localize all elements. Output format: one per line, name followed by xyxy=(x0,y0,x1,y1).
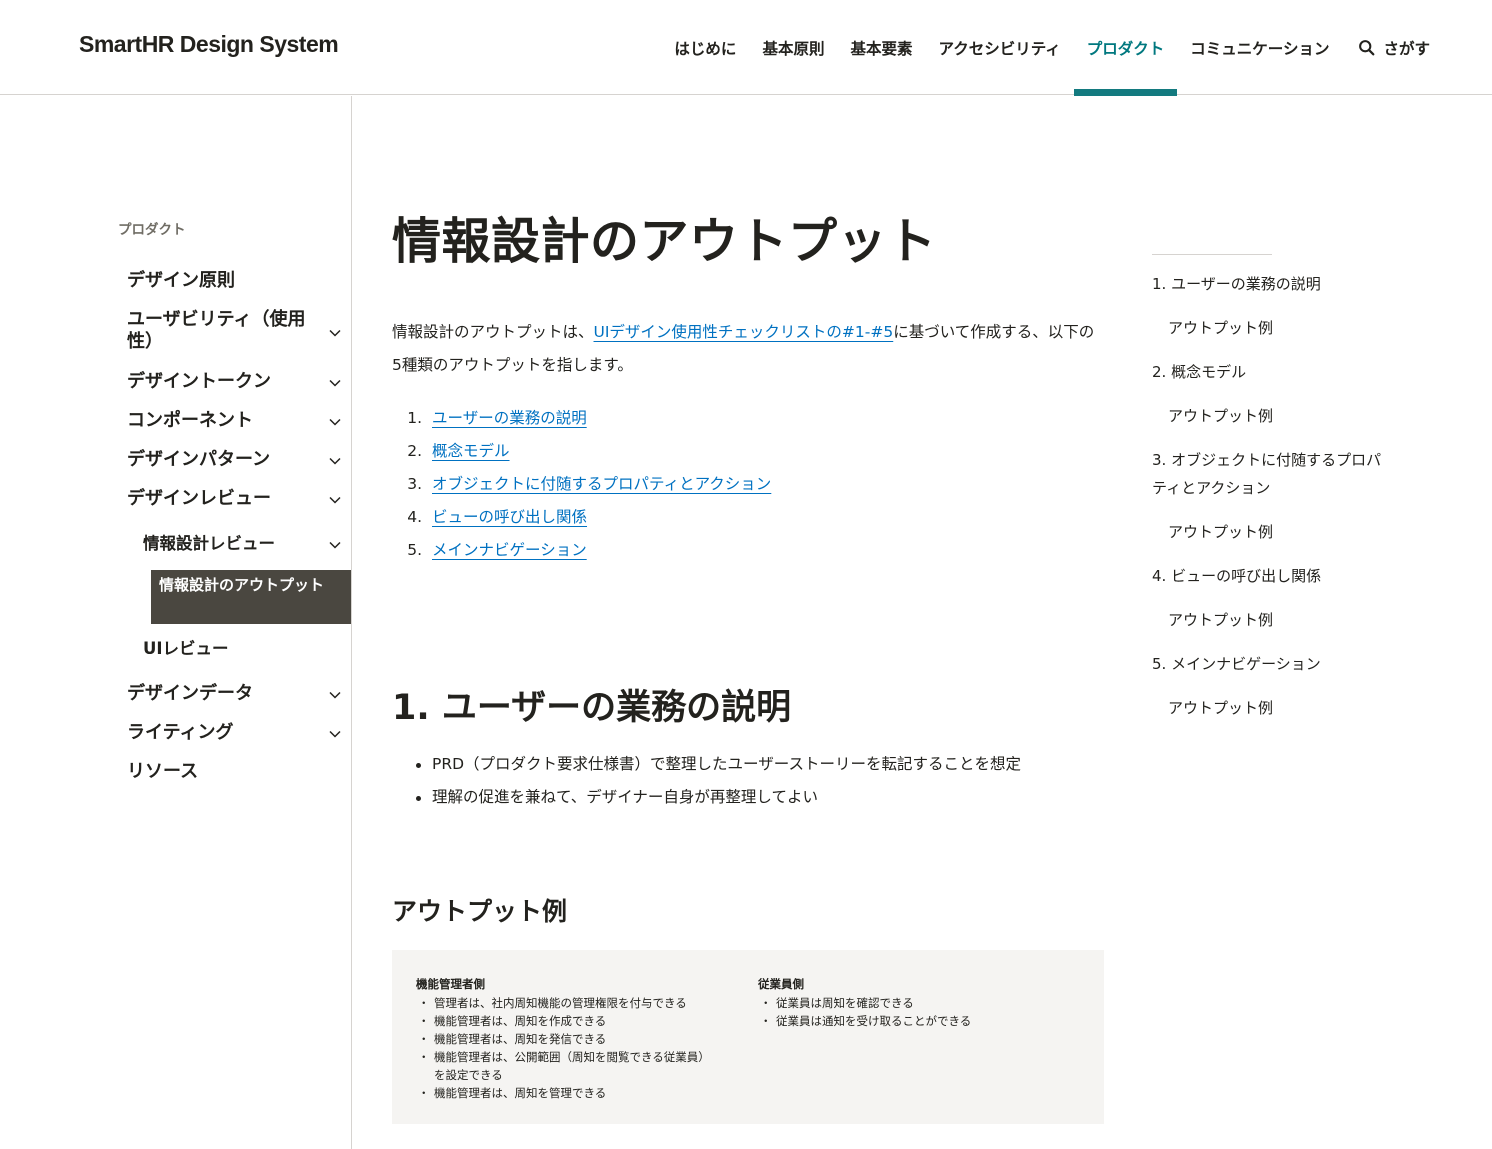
chevron-down-icon[interactable] xyxy=(328,688,342,702)
global-nav: はじめに 基本原則 基本要素 アクセシビリティ プロダクト コミュニケーション … xyxy=(661,0,1430,96)
nav-item-basic-elements[interactable]: 基本要素 xyxy=(837,0,925,95)
search-label: さがす xyxy=(1383,39,1430,58)
list-item: 3. オブジェクトに付随するプロパティとアクション xyxy=(392,468,771,501)
chevron-down-icon[interactable] xyxy=(328,326,342,340)
sidebar-item-design-data[interactable]: デザインデータ xyxy=(127,683,317,705)
page-toc-item[interactable]: 5. メインナビゲーション xyxy=(1152,650,1382,678)
sidebar-item-design-review[interactable]: デザインレビュー xyxy=(127,488,317,510)
search-icon xyxy=(1359,40,1375,56)
search-button[interactable]: さがす xyxy=(1342,0,1430,95)
intro-text-before: 情報設計のアウトプットは、 xyxy=(392,323,594,341)
toc-link-concept-model[interactable]: 概念モデル xyxy=(432,442,510,460)
nav-item-accessibility[interactable]: アクセシビリティ xyxy=(925,0,1073,95)
sidebar-item-design-patterns[interactable]: デザインパターン xyxy=(127,449,317,471)
toc-link-main-nav[interactable]: メインナビゲーション xyxy=(432,541,587,559)
sidebar-item-components[interactable]: コンポーネント xyxy=(127,410,317,432)
sidebar-item-design-principles[interactable]: デザイン原則 xyxy=(127,270,317,292)
example-admin-column: 機能管理者側 管理者は、社内周知機能の管理権限を付与できる 機能管理者は、周知を… xyxy=(416,976,716,1102)
sidebar-item-usability[interactable]: ユーザビリティ（使用性） xyxy=(127,309,312,353)
chevron-down-icon[interactable] xyxy=(328,376,342,390)
sidebar-item-writing[interactable]: ライティング xyxy=(127,722,317,744)
toc-link-properties-actions[interactable]: オブジェクトに付随するプロパティとアクション xyxy=(432,475,771,493)
list-item: 理解の促進を兼ねて、デザイナー自身が再整理してよい xyxy=(392,781,1021,814)
example-admin-title: 機能管理者側 xyxy=(416,977,485,991)
list-number: 3. xyxy=(407,475,422,493)
chevron-down-icon[interactable] xyxy=(328,493,342,507)
list-number: 2. xyxy=(407,442,422,460)
nav-item-product[interactable]: プロダクト xyxy=(1073,0,1178,96)
list-item: 機能管理者は、公開範囲（周知を閲覧できる従業員）を設定できる xyxy=(416,1048,716,1084)
list-number: 4. xyxy=(407,508,422,526)
list-item: 管理者は、社内周知機能の管理権限を付与できる xyxy=(416,994,716,1012)
example-heading: アウトプット例 xyxy=(392,897,568,926)
sidebar-item-ia-output-current[interactable]: 情報設計のアウトプット xyxy=(151,570,351,624)
list-item: 4. ビューの呼び出し関係 xyxy=(392,501,771,534)
sidebar: プロダクト デザイン原則 ユーザビリティ（使用性） デザイントークン コンポーネ… xyxy=(0,96,352,1149)
page-toc-item[interactable]: 1. ユーザーの業務の説明 xyxy=(1152,270,1382,298)
example-image: 機能管理者側 管理者は、社内周知機能の管理権限を付与できる 機能管理者は、周知を… xyxy=(392,950,1104,1124)
sidebar-item-ia-review[interactable]: 情報設計レビュー xyxy=(143,533,275,555)
sidebar-item-design-tokens[interactable]: デザイントークン xyxy=(127,371,317,393)
chevron-down-icon[interactable] xyxy=(328,415,342,429)
output-list: 1. ユーザーの業務の説明 2. 概念モデル 3. オブジェクトに付随するプロパティと… xyxy=(392,402,771,567)
list-item: 機能管理者は、周知を作成できる xyxy=(416,1012,716,1030)
site-logo[interactable]: SmartHR Design System xyxy=(79,31,339,58)
example-admin-list: 管理者は、社内周知機能の管理権限を付与できる 機能管理者は、周知を作成できる 機… xyxy=(416,994,716,1102)
page-toc-divider xyxy=(1152,254,1272,255)
toc-link-view-relations[interactable]: ビューの呼び出し関係 xyxy=(432,508,587,526)
page-toc-item[interactable]: 2. 概念モデル xyxy=(1152,358,1382,386)
list-item: 5. メインナビゲーション xyxy=(392,534,771,567)
list-item: 2. 概念モデル xyxy=(392,435,771,468)
chevron-down-icon[interactable] xyxy=(328,538,342,552)
toc-link-user-tasks[interactable]: ユーザーの業務の説明 xyxy=(432,409,587,427)
list-item: 機能管理者は、周知を発信できる xyxy=(416,1030,716,1048)
page-toc: 1. ユーザーの業務の説明 アウトプット例 2. 概念モデル アウトプット例 3… xyxy=(1152,270,1382,738)
sidebar-item-resources[interactable]: リソース xyxy=(127,761,317,783)
page-title: 情報設計のアウトプット xyxy=(392,213,937,270)
page-toc-item[interactable]: 3. オブジェクトに付随するプロパティとアクション xyxy=(1152,446,1382,502)
list-item: 従業員は周知を確認できる xyxy=(758,994,1058,1012)
chevron-down-icon[interactable] xyxy=(328,454,342,468)
page-toc-subitem[interactable]: アウトプット例 xyxy=(1152,314,1382,342)
section-bullets: PRD（プロダクト要求仕様書）で整理したユーザーストーリーを転記することを想定 … xyxy=(392,748,1021,814)
chevron-down-icon[interactable] xyxy=(328,727,342,741)
example-employee-list: 従業員は周知を確認できる 従業員は通知を受け取ることができる xyxy=(758,994,1058,1030)
page-toc-subitem[interactable]: アウトプット例 xyxy=(1152,606,1382,634)
page-toc-item[interactable]: 4. ビューの呼び出し関係 xyxy=(1152,562,1382,590)
checklist-link[interactable]: UIデザイン使用性チェックリストの#1-#5 xyxy=(594,323,894,341)
section-heading: 1. ユーザーの業務の説明 xyxy=(392,688,792,728)
list-item: 1. ユーザーの業務の説明 xyxy=(392,402,771,435)
list-item: 機能管理者は、周知を管理できる xyxy=(416,1084,716,1102)
example-employee-title: 従業員側 xyxy=(758,977,804,991)
list-number: 5. xyxy=(407,541,422,559)
sidebar-category: プロダクト xyxy=(118,222,186,238)
list-item: 従業員は通知を受け取ることができる xyxy=(758,1012,1058,1030)
nav-item-basic-principles[interactable]: 基本原則 xyxy=(749,0,837,95)
example-employee-column: 従業員側 従業員は周知を確認できる 従業員は通知を受け取ることができる xyxy=(758,976,1058,1030)
page-toc-subitem[interactable]: アウトプット例 xyxy=(1152,694,1382,722)
nav-item-communication[interactable]: コミュニケーション xyxy=(1177,0,1342,95)
page-toc-subitem[interactable]: アウトプット例 xyxy=(1152,402,1382,430)
intro-paragraph: 情報設計のアウトプットは、UIデザイン使用性チェックリストの#1-#5に基づいて… xyxy=(392,316,1104,382)
list-number: 1. xyxy=(407,409,422,427)
list-item: PRD（プロダクト要求仕様書）で整理したユーザーストーリーを転記することを想定 xyxy=(392,748,1021,781)
site-header: SmartHR Design System はじめに 基本原則 基本要素 アクセ… xyxy=(0,0,1492,96)
nav-item-hajimeni[interactable]: はじめに xyxy=(661,0,749,95)
sidebar-item-ui-review[interactable]: UIレビュー xyxy=(143,638,229,660)
page-toc-subitem[interactable]: アウトプット例 xyxy=(1152,518,1382,546)
